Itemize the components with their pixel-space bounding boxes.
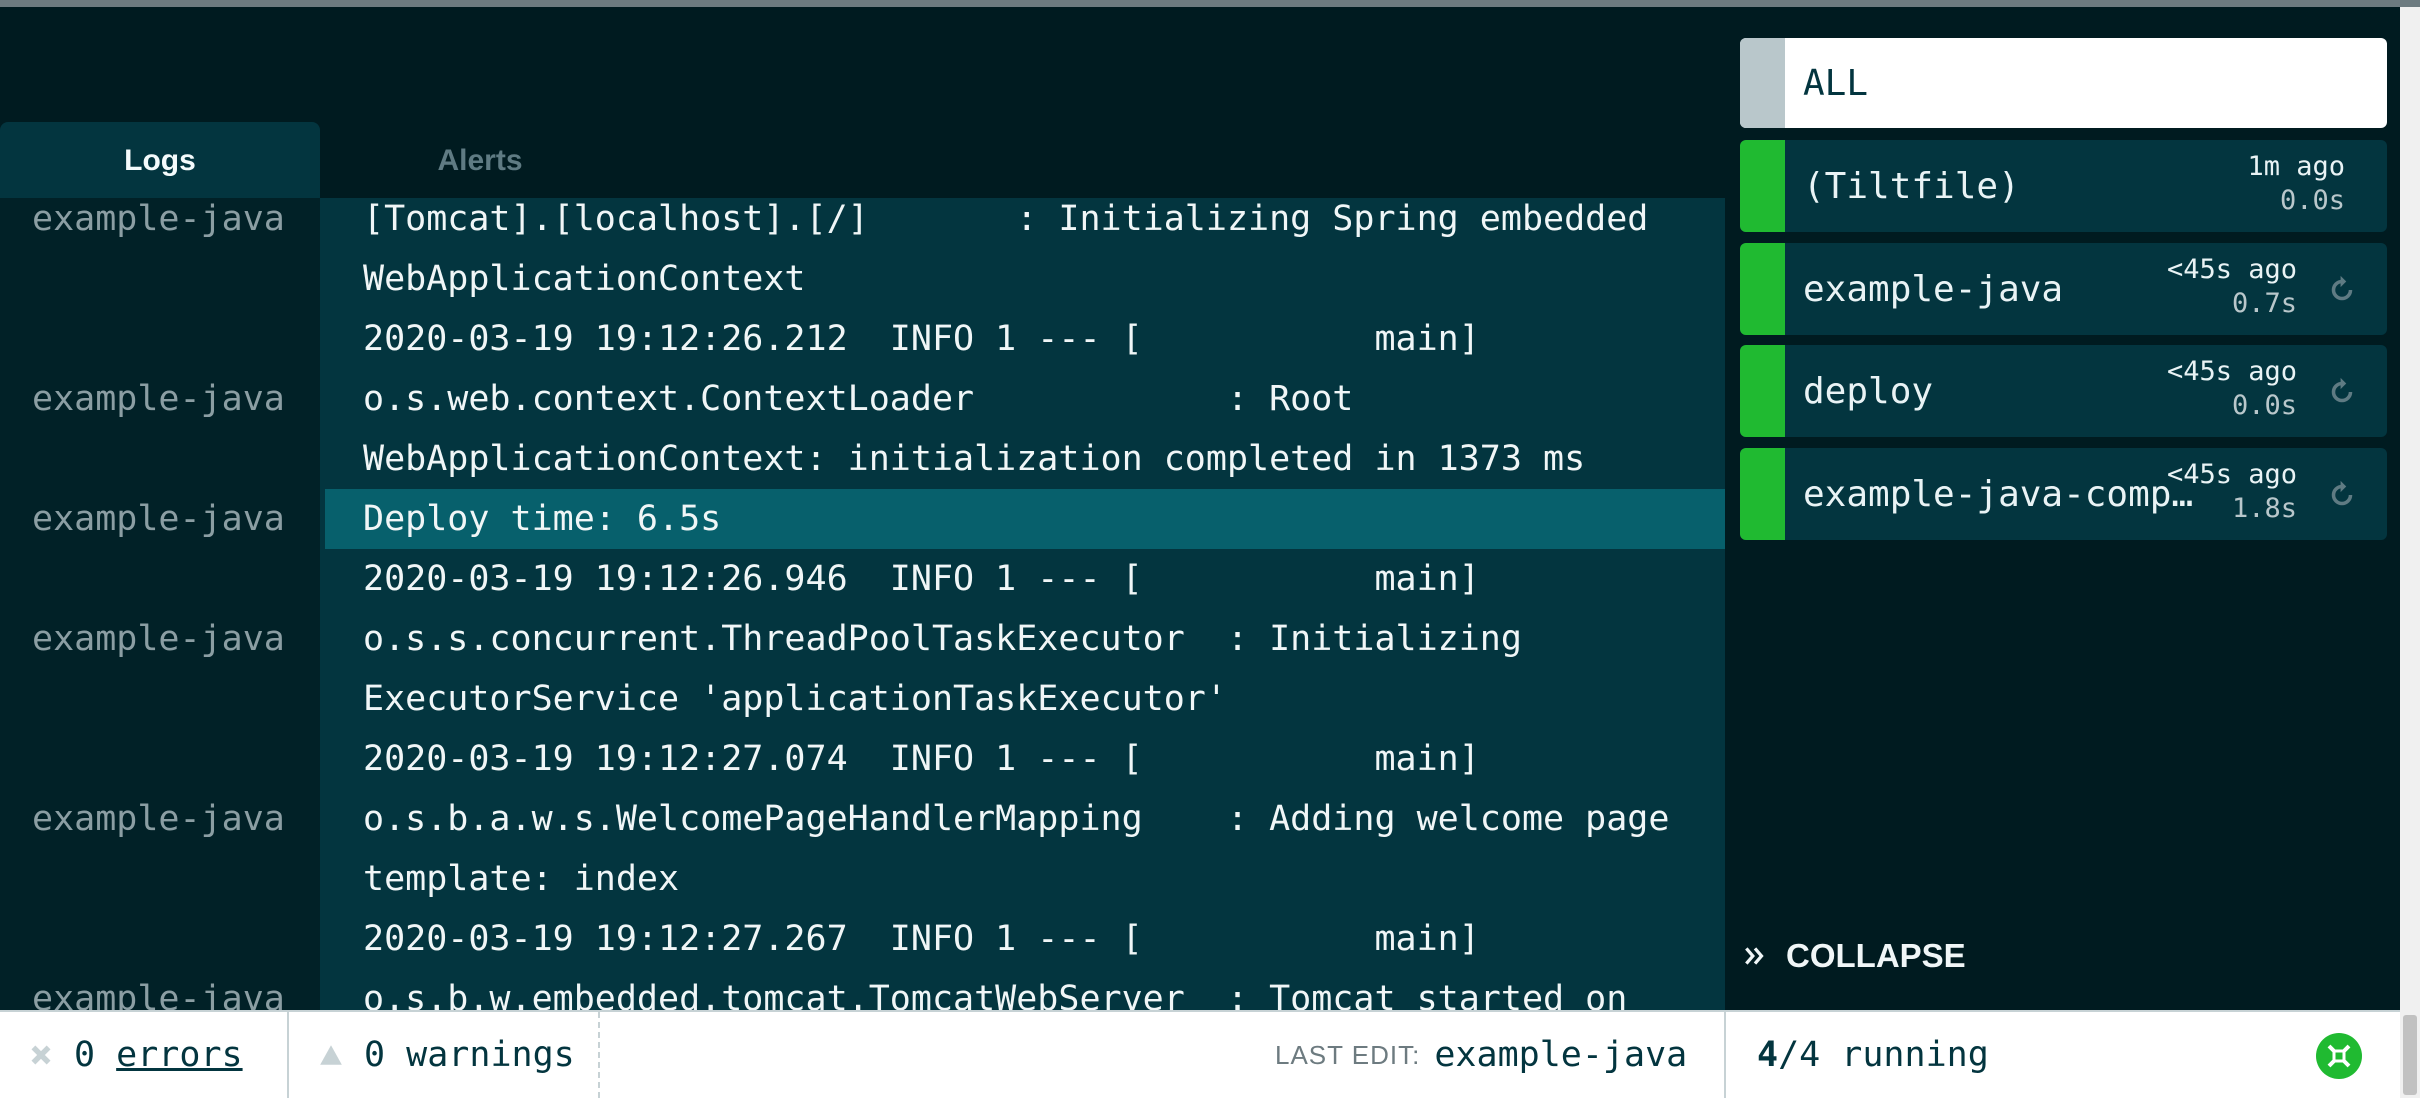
divider xyxy=(598,1012,600,1098)
log-line: example-java Deploy time: 6.5s xyxy=(0,489,1725,549)
log-line: WebApplicationContext: initialization co… xyxy=(0,429,1725,489)
resource-name: ALL xyxy=(1803,62,1869,104)
log-text: o.s.b.a.w.s.WelcomePageHandlerMapping : … xyxy=(363,799,1670,839)
divider xyxy=(1724,1012,1726,1098)
log-line: 2020-03-19 19:12:27.074 INFO 1 --- [ mai… xyxy=(0,729,1725,789)
resource-item-deploy[interactable]: deploy <45s ago 0.0s xyxy=(1740,345,2387,437)
resource-build-duration: 0.0s xyxy=(2279,185,2345,216)
resource-updated-ago: <45s ago xyxy=(2166,254,2297,285)
resource-sidebar: ALL (Tiltfile) 1m ago 0.0s example-java … xyxy=(1725,7,2420,1010)
log-line: example-java [Tomcat].[localhost].[/] : I… xyxy=(0,198,1725,249)
running-total: /4 running xyxy=(1778,1035,1989,1075)
warnings-indicator[interactable]: 0 warnings xyxy=(318,1012,575,1098)
status-indicator xyxy=(1740,345,1785,437)
resource-name: example-java-comp… xyxy=(1803,473,2194,515)
log-source: example-java xyxy=(32,619,285,659)
collapse-sidebar-button[interactable]: COLLAPSE xyxy=(1742,937,1966,975)
log-source: example-java xyxy=(32,979,285,1010)
running-status: 4 /4 running xyxy=(1757,1012,1989,1098)
errors-link[interactable]: errors xyxy=(116,1035,242,1075)
log-text: WebApplicationContext: initialization co… xyxy=(363,439,1586,479)
log-pane: example-java [Tomcat].[localhost].[/] : I… xyxy=(0,198,1725,1010)
scrollbar-thumb[interactable] xyxy=(2403,1015,2417,1095)
log-text: o.s.web.context.ContextLoader : Root xyxy=(363,379,1354,419)
resource-updated-ago: <45s ago xyxy=(2166,356,2297,387)
resource-name: (Tiltfile) xyxy=(1803,165,2020,207)
errors-indicator[interactable]: 0 errors xyxy=(28,1012,243,1098)
log-line: 2020-03-19 19:12:26.212 INFO 1 --- [ mai… xyxy=(0,309,1725,369)
resource-item-all[interactable]: ALL xyxy=(1740,38,2387,128)
log-line: 2020-03-19 19:12:27.267 INFO 1 --- [ mai… xyxy=(0,909,1725,969)
status-indicator xyxy=(1740,448,1785,540)
resource-item-example-java-compile[interactable]: example-java-comp… <45s ago 1.8s xyxy=(1740,448,2387,540)
last-edit-label: LAST EDIT: xyxy=(1275,1039,1421,1070)
tilt-status-icon[interactable] xyxy=(2316,1033,2362,1079)
log-line: ExecutorService 'applicationTaskExecutor… xyxy=(0,669,1725,729)
log-line: example-java o.s.b.a.w.s.WelcomePageHandl… xyxy=(0,789,1725,849)
log-text: [Tomcat].[localhost].[/] : Initializing … xyxy=(363,199,1649,239)
log-text: o.s.s.concurrent.ThreadPoolTaskExecutor … xyxy=(363,619,1522,659)
log-text: 2020-03-19 19:12:26.946 INFO 1 --- [ mai… xyxy=(363,559,1480,599)
running-count: 4 xyxy=(1757,1035,1779,1075)
resource-item-tiltfile[interactable]: (Tiltfile) 1m ago 0.0s xyxy=(1740,140,2387,232)
refresh-icon[interactable] xyxy=(2325,478,2359,512)
log-line: WebApplicationContext xyxy=(0,249,1725,309)
warnings-count: 0 xyxy=(364,1035,386,1075)
log-text: 2020-03-19 19:12:27.267 INFO 1 --- [ mai… xyxy=(363,919,1480,959)
window-top-border xyxy=(0,0,2420,7)
log-line: template: index xyxy=(0,849,1725,909)
resource-build-duration: 0.7s xyxy=(2231,288,2297,319)
log-line: example-java o.s.s.concurrent.ThreadPoolT… xyxy=(0,609,1725,669)
resource-updated-ago: <45s ago xyxy=(2166,459,2297,490)
log-text: template: index xyxy=(363,859,680,899)
log-text: Deploy time: 6.5s xyxy=(325,489,1725,549)
log-text: ExecutorService 'applicationTaskExecutor… xyxy=(363,679,1227,719)
divider xyxy=(287,1012,289,1098)
log-text: 2020-03-19 19:12:26.212 INFO 1 --- [ mai… xyxy=(363,319,1480,359)
log-text: o.s.b.w.embedded.tomcat.TomcatWebServer … xyxy=(363,979,1628,1010)
status-indicator xyxy=(1740,140,1785,232)
warning-triangle-icon xyxy=(320,1045,342,1065)
last-edit: LAST EDIT: example-java xyxy=(1275,1012,1687,1098)
refresh-icon[interactable] xyxy=(2325,375,2359,409)
collapse-label: COLLAPSE xyxy=(1786,937,1966,974)
status-indicator xyxy=(1740,243,1785,335)
resource-build-duration: 0.0s xyxy=(2231,390,2297,421)
log-text: 2020-03-19 19:12:27.074 INFO 1 --- [ mai… xyxy=(363,739,1480,779)
resource-name: deploy xyxy=(1803,370,1934,412)
status-indicator xyxy=(1740,38,1785,128)
log-line: 2020-03-19 19:12:26.946 INFO 1 --- [ mai… xyxy=(0,549,1725,609)
last-edit-value: example-java xyxy=(1434,1035,1688,1075)
resource-name: example-java xyxy=(1803,268,2064,310)
double-chevron-right-icon xyxy=(1745,947,1764,965)
error-x-icon xyxy=(31,1045,51,1065)
resource-updated-ago: 1m ago xyxy=(2247,151,2345,182)
warnings-label: warnings xyxy=(406,1035,575,1075)
page-scrollbar[interactable] xyxy=(2400,7,2420,1098)
log-line: example-java o.s.b.w.embedded.tomcat.Tomc… xyxy=(0,969,1725,1010)
log-source: example-java xyxy=(32,379,285,419)
status-bar: 0 errors 0 warnings LAST EDIT: example-j… xyxy=(0,1010,2400,1098)
refresh-icon[interactable] xyxy=(2325,273,2359,307)
log-line: example-java o.s.web.context.ContextLoade… xyxy=(0,369,1725,429)
tab-alerts[interactable]: Alerts xyxy=(320,122,640,200)
log-source: example-java xyxy=(32,799,285,839)
log-text: WebApplicationContext xyxy=(363,259,806,299)
resource-build-duration: 1.8s xyxy=(2231,493,2297,524)
tab-logs[interactable]: Logs xyxy=(0,122,320,200)
log-source: example-java xyxy=(32,199,285,239)
log-source: example-java xyxy=(32,499,285,539)
errors-count: 0 xyxy=(74,1035,96,1075)
resource-item-example-java[interactable]: example-java <45s ago 0.7s xyxy=(1740,243,2387,335)
